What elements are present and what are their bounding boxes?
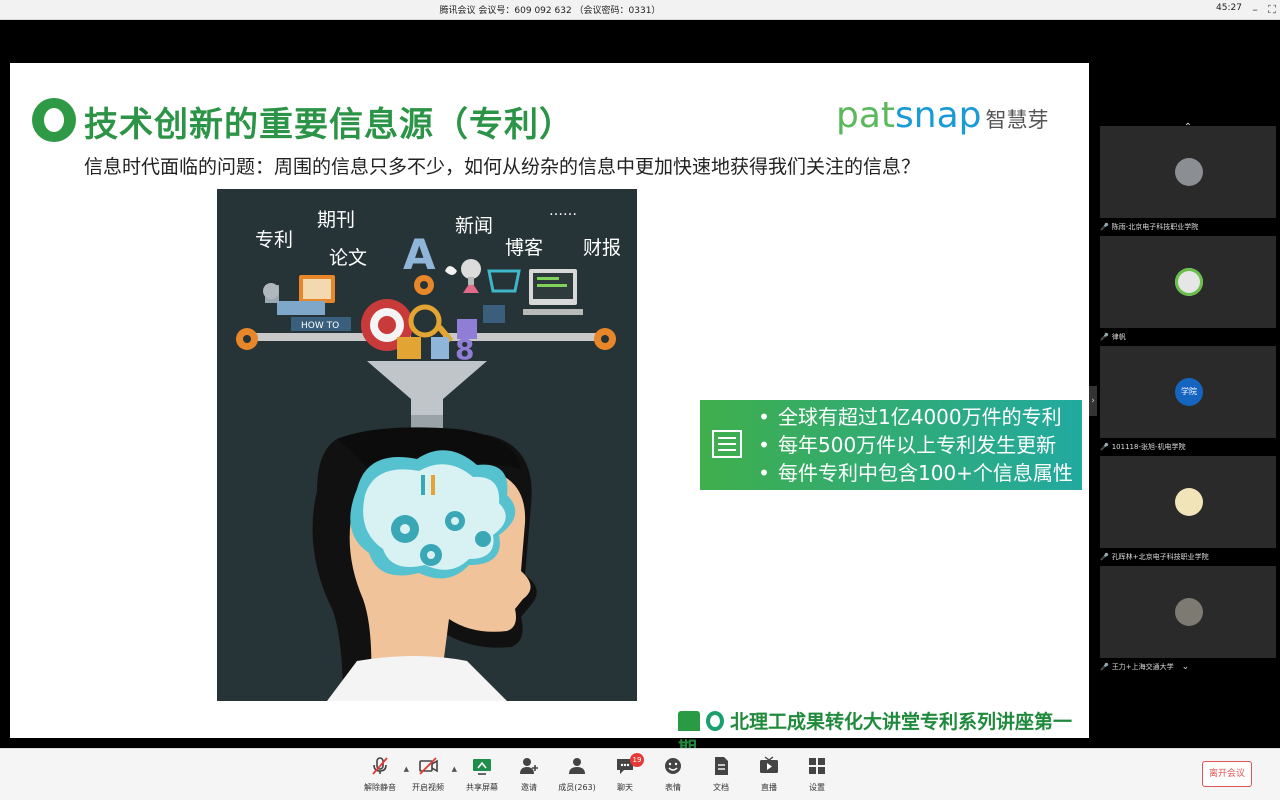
members-icon xyxy=(569,758,585,774)
members-button[interactable]: 成员(263) xyxy=(552,755,602,793)
window-titlebar: 腾讯会议 会议号：609 092 632 （会议密码：0331） 45:27 –… xyxy=(0,0,1280,20)
participant-name: 🎤 陈雨-北京电子科技职业学院 xyxy=(1100,223,1199,231)
facts-list: 全球有超过1亿4000万件的专利 每年500万件以上专利发生更新 每件专利中包含… xyxy=(750,403,1073,487)
fact-yearly-updates: 每年500万件以上专利发生更新 xyxy=(750,431,1073,459)
participant-tile[interactable]: 学院 🎤 101118-张旭-机电学院 xyxy=(1100,346,1276,451)
scroll-down-chevron-icon[interactable]: ⌄ xyxy=(1182,662,1190,672)
how-to-book-text: HOW TO xyxy=(301,321,339,331)
title-ring-icon xyxy=(32,98,76,142)
live-icon xyxy=(760,756,778,773)
chat-unread-badge: 19 xyxy=(630,753,644,767)
svg-text:A: A xyxy=(403,230,436,279)
fact-total-patents: 全球有超过1亿4000万件的专利 xyxy=(750,403,1073,431)
window-title: 腾讯会议 会议号：609 092 632 （会议密码：0331） xyxy=(439,6,661,16)
mic-icon: 🎤 xyxy=(1100,333,1109,341)
participant-avatar xyxy=(1175,268,1203,296)
mic-icon: 🎤 xyxy=(1100,223,1109,231)
participant-avatar: 学院 xyxy=(1175,378,1203,406)
s-logo-icon xyxy=(706,711,724,731)
patent-facts-box: 全球有超过1亿4000万件的专利 每年500万件以上专利发生更新 每件专利中包含… xyxy=(700,400,1082,490)
camera-off-icon xyxy=(419,757,438,775)
mic-icon: 🎤 xyxy=(1100,663,1109,671)
participant-name: 🎤 孔晖林+北京电子科技职业学院 xyxy=(1100,553,1209,561)
meeting-timer: 45:27 xyxy=(1216,3,1242,13)
patsnap-logo: patsnap 智慧芽 xyxy=(836,95,1049,136)
participant-avatar xyxy=(1175,158,1203,186)
participant-avatar xyxy=(1175,488,1203,516)
settings-icon xyxy=(809,758,825,774)
panel-toggle-icon[interactable]: › xyxy=(1089,386,1097,416)
shared-screen-stage: 技术创新的重要信息源（专利） patsnap 智慧芽 信息时代面临的问题：周围的信… xyxy=(0,20,1280,760)
live-stream-button[interactable]: 直播 xyxy=(744,755,794,793)
participant-tile[interactable]: 🎤 律帆 xyxy=(1100,236,1276,341)
fullscreen-icon[interactable]: ⛶ xyxy=(1264,2,1280,18)
slide-title: 技术创新的重要信息源（专利） xyxy=(84,105,574,145)
start-video-button[interactable]: 开启视频 ▲ xyxy=(403,755,457,793)
share-screen-icon xyxy=(473,759,491,775)
presentation-slide: 技术创新的重要信息源（专利） patsnap 智慧芽 信息时代面临的问题：周围的信… xyxy=(10,63,1089,760)
document-icon xyxy=(715,757,728,775)
participant-avatar xyxy=(1175,598,1203,626)
logo-text-pat: pat xyxy=(836,95,896,136)
minimize-icon[interactable]: – xyxy=(1247,2,1263,18)
participant-name: 🎤 律帆 xyxy=(1100,333,1126,341)
mic-off-icon xyxy=(372,757,388,775)
logo-text-cn: 智慧芽 xyxy=(985,108,1049,132)
participant-name: 🎤 王力+上海交通大学 ⌄ xyxy=(1100,662,1190,672)
participant-video-panel: ⌃ 🎤陈雨-北京电子科技职业学院 🎤律帆 学院 🎤101118-张旭-机电学院 … xyxy=(1100,122,1280,672)
information-funnel-illustration: 专利 期刊 论文 新闻 …… 博客 财报 HOW TO A 8 xyxy=(217,189,637,701)
invite-icon xyxy=(520,758,538,774)
participant-tile[interactable]: 🎤 孔晖林+北京电子科技职业学院 xyxy=(1100,456,1276,561)
mic-icon: 🎤 xyxy=(1100,443,1109,451)
funnel-head-graphic: HOW TO A 8 xyxy=(236,230,616,701)
slide-subtitle: 信息时代面临的问题：周围的信息只多不少，如何从纷杂的信息中更加快速地获得我们关注… xyxy=(84,156,921,178)
participant-name: 🎤 101118-张旭-机电学院 xyxy=(1100,443,1186,451)
emoji-icon xyxy=(665,758,681,774)
document-list-icon xyxy=(712,430,742,458)
documents-button[interactable]: 文档 xyxy=(696,755,746,793)
invite-button[interactable]: 邀请 xyxy=(504,755,554,793)
participant-tile[interactable]: 🎤 王力+上海交通大学 ⌄ xyxy=(1100,566,1276,672)
leave-meeting-button[interactable]: 离开会议 xyxy=(1202,761,1252,787)
share-screen-button[interactable]: 共享屏幕 xyxy=(457,755,507,793)
meeting-toolbar: 解除静音 ▲ 开启视频 ▲ 共享屏幕 邀请 成员(263) 聊天 19 表情 文… xyxy=(0,748,1280,800)
logo-text-snap: snap xyxy=(895,95,982,136)
mic-icon: 🎤 xyxy=(1100,553,1109,561)
emoji-button[interactable]: 表情 xyxy=(648,755,698,793)
tree-logo-icon xyxy=(678,711,700,731)
fact-attributes: 每件专利中包含100+个信息属性 xyxy=(750,459,1073,487)
participant-tile[interactable]: 🎤 陈雨-北京电子科技职业学院 xyxy=(1100,126,1276,231)
settings-button[interactable]: 设置 xyxy=(792,755,842,793)
chat-button[interactable]: 聊天 19 xyxy=(600,753,650,793)
unmute-button[interactable]: 解除静音 ▲ xyxy=(355,755,409,793)
